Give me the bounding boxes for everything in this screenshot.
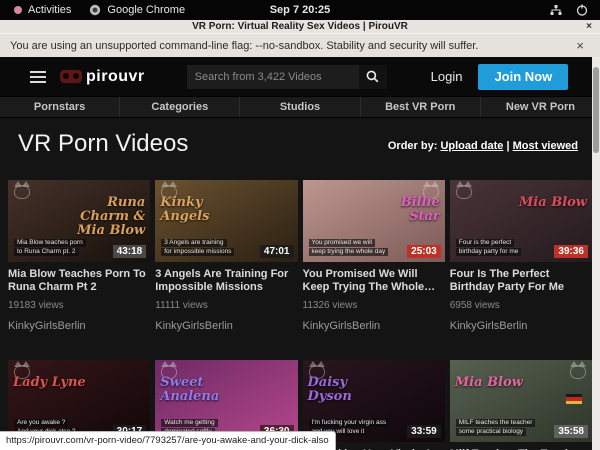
infobar-close-icon[interactable]: ×	[576, 38, 584, 53]
order-by-most-viewed-link[interactable]: Most viewed	[513, 140, 578, 152]
system-top-bar: Activities Google Chrome Sep 7 20:25	[0, 0, 600, 20]
video-title[interactable]: You Promised We Will Keep Trying The Who…	[303, 268, 445, 294]
site-header: pirouvr Login Join Now	[0, 57, 600, 96]
tab-title[interactable]: VR Porn: Virtual Reality Sex Videos | Pi…	[192, 21, 408, 32]
tab-close-icon[interactable]: ×	[586, 21, 592, 32]
video-title[interactable]: Mia Blow Teaches Porn To Runa Charm Pt 2	[8, 268, 150, 294]
video-card[interactable]: Mia Blow Four is the perfectbirthday par…	[450, 180, 592, 330]
video-thumbnail[interactable]: Mia Blow Four is the perfectbirthday par…	[450, 180, 592, 262]
join-now-button[interactable]: Join Now	[478, 64, 568, 90]
duration-badge: 47:01	[260, 245, 294, 258]
video-thumbnail[interactable]: Sweet Analena Watch me gettingdominated …	[155, 360, 297, 442]
thumb-caption: You promised we willkeep trying the whol…	[309, 239, 389, 256]
thumb-caption: 3 Angels are trainingfor impossible miss…	[161, 239, 234, 256]
video-thumbnail[interactable]: Billie Star You promised we willkeep try…	[303, 180, 445, 262]
thumb-overlay-title: Daisy Dyson	[308, 376, 382, 404]
main-nav: Pornstars Categories Studios Best VR Por…	[0, 96, 600, 118]
thumb-caption: Four is the perfectbirthday party for me	[456, 239, 522, 256]
germany-flag-icon	[566, 394, 582, 404]
view-count: 6958 views	[450, 300, 592, 311]
video-title[interactable]: 3 Angels Are Training For Impossible Mis…	[155, 268, 297, 294]
cat-mask-icon	[456, 185, 472, 199]
video-card[interactable]: Billie Star You promised we willkeep try…	[303, 180, 445, 330]
duration-badge: 33:59	[407, 425, 441, 438]
video-thumbnail[interactable]: Mia Blow MILF teaches the teachersome pr…	[450, 360, 592, 442]
thumb-overlay-title: Kinky Angels	[160, 196, 234, 224]
thumb-overlay-title: Lady Lyne	[13, 376, 87, 390]
video-thumbnail[interactable]: Daisy Dyson I'm fucking your virgin assa…	[303, 360, 445, 442]
site-logo[interactable]: pirouvr	[60, 68, 145, 86]
vr-goggles-icon	[60, 70, 82, 83]
studio-link[interactable]: KinkyGirlsBerlin	[303, 320, 445, 332]
thumb-overlay-title: Runa Charm & Mia Blow	[71, 196, 145, 238]
video-thumbnail[interactable]: Lady Lyne Are you awake ?And your dick a…	[8, 360, 150, 442]
video-thumbnail[interactable]: Runa Charm & Mia Blow Mia Blow teaches p…	[8, 180, 150, 262]
nav-item-categories[interactable]: Categories	[120, 97, 240, 117]
order-by-bar: Order by: Upload date | Most viewed	[388, 140, 578, 152]
page-scrollbar[interactable]	[592, 57, 600, 450]
thumb-caption: MILF teaches the teachersome practical b…	[456, 419, 536, 436]
power-icon[interactable]	[576, 4, 588, 16]
video-card[interactable]: Mia Blow MILF teaches the teachersome pr…	[450, 360, 592, 450]
studio-link[interactable]: KinkyGirlsBerlin	[450, 320, 592, 332]
duration-badge: 39:36	[554, 245, 588, 258]
page-title: VR Porn Videos	[18, 130, 188, 158]
cat-mask-icon	[570, 365, 586, 379]
site-logo-text: pirouvr	[86, 68, 145, 86]
view-count: 11111 views	[155, 300, 297, 311]
infobar-message: You are using an unsupported command-lin…	[10, 40, 478, 52]
order-by-label: Order by:	[388, 140, 438, 152]
video-card[interactable]: Kinky Angels 3 Angels are trainingfor im…	[155, 180, 297, 330]
studio-link[interactable]: KinkyGirlsBerlin	[8, 320, 150, 332]
link-preview-statusbar: https://pirouvr.com/vr-porn-video/779325…	[0, 431, 336, 450]
studio-link[interactable]: KinkyGirlsBerlin	[155, 320, 297, 332]
nav-item-studios[interactable]: Studios	[240, 97, 360, 117]
thumb-caption: Mia Blow teaches pornto Runa Charm pt. 2	[14, 239, 86, 256]
thumb-overlay-title: Mia Blow	[455, 376, 529, 390]
view-count: 11326 views	[303, 300, 445, 311]
view-count: 19183 views	[8, 300, 150, 311]
network-icon[interactable]	[550, 5, 562, 16]
video-thumbnail[interactable]: Kinky Angels 3 Angels are trainingfor im…	[155, 180, 297, 262]
thumb-overlay-title: Sweet Analena	[160, 376, 234, 404]
browser-tab-strip: VR Porn: Virtual Reality Sex Videos | Pi…	[0, 20, 600, 33]
thumb-overlay-title: Mia Blow	[513, 196, 587, 210]
nav-item-best-vr[interactable]: Best VR Porn	[361, 97, 481, 117]
login-link[interactable]: Login	[431, 69, 463, 84]
unsupported-flag-infobar: You are using an unsupported command-lin…	[0, 33, 600, 57]
search-input[interactable]	[187, 65, 359, 89]
page-head: VR Porn Videos Order by: Upload date | M…	[0, 118, 592, 176]
video-grid: Runa Charm & Mia Blow Mia Blow teaches p…	[8, 180, 592, 450]
nav-item-pornstars[interactable]: Pornstars	[0, 97, 120, 117]
nav-item-new-vr[interactable]: New VR Porn	[481, 97, 600, 117]
duration-badge: 43:18	[113, 245, 147, 258]
search-icon	[366, 70, 379, 83]
duration-badge: 25:03	[407, 245, 441, 258]
hamburger-menu-icon[interactable]	[30, 68, 46, 86]
order-by-upload-date-link[interactable]: Upload date	[440, 140, 503, 152]
search-button[interactable]	[359, 65, 387, 89]
video-title[interactable]: Four Is The Perfect Birthday Party For M…	[450, 268, 592, 294]
scrollbar-thumb[interactable]	[593, 67, 599, 153]
clock[interactable]: Sep 7 20:25	[0, 4, 600, 16]
video-card[interactable]: Runa Charm & Mia Blow Mia Blow teaches p…	[8, 180, 150, 330]
thumb-overlay-title: Billie Star	[366, 196, 440, 224]
cat-mask-icon	[14, 185, 30, 199]
duration-badge: 35:58	[554, 425, 588, 438]
